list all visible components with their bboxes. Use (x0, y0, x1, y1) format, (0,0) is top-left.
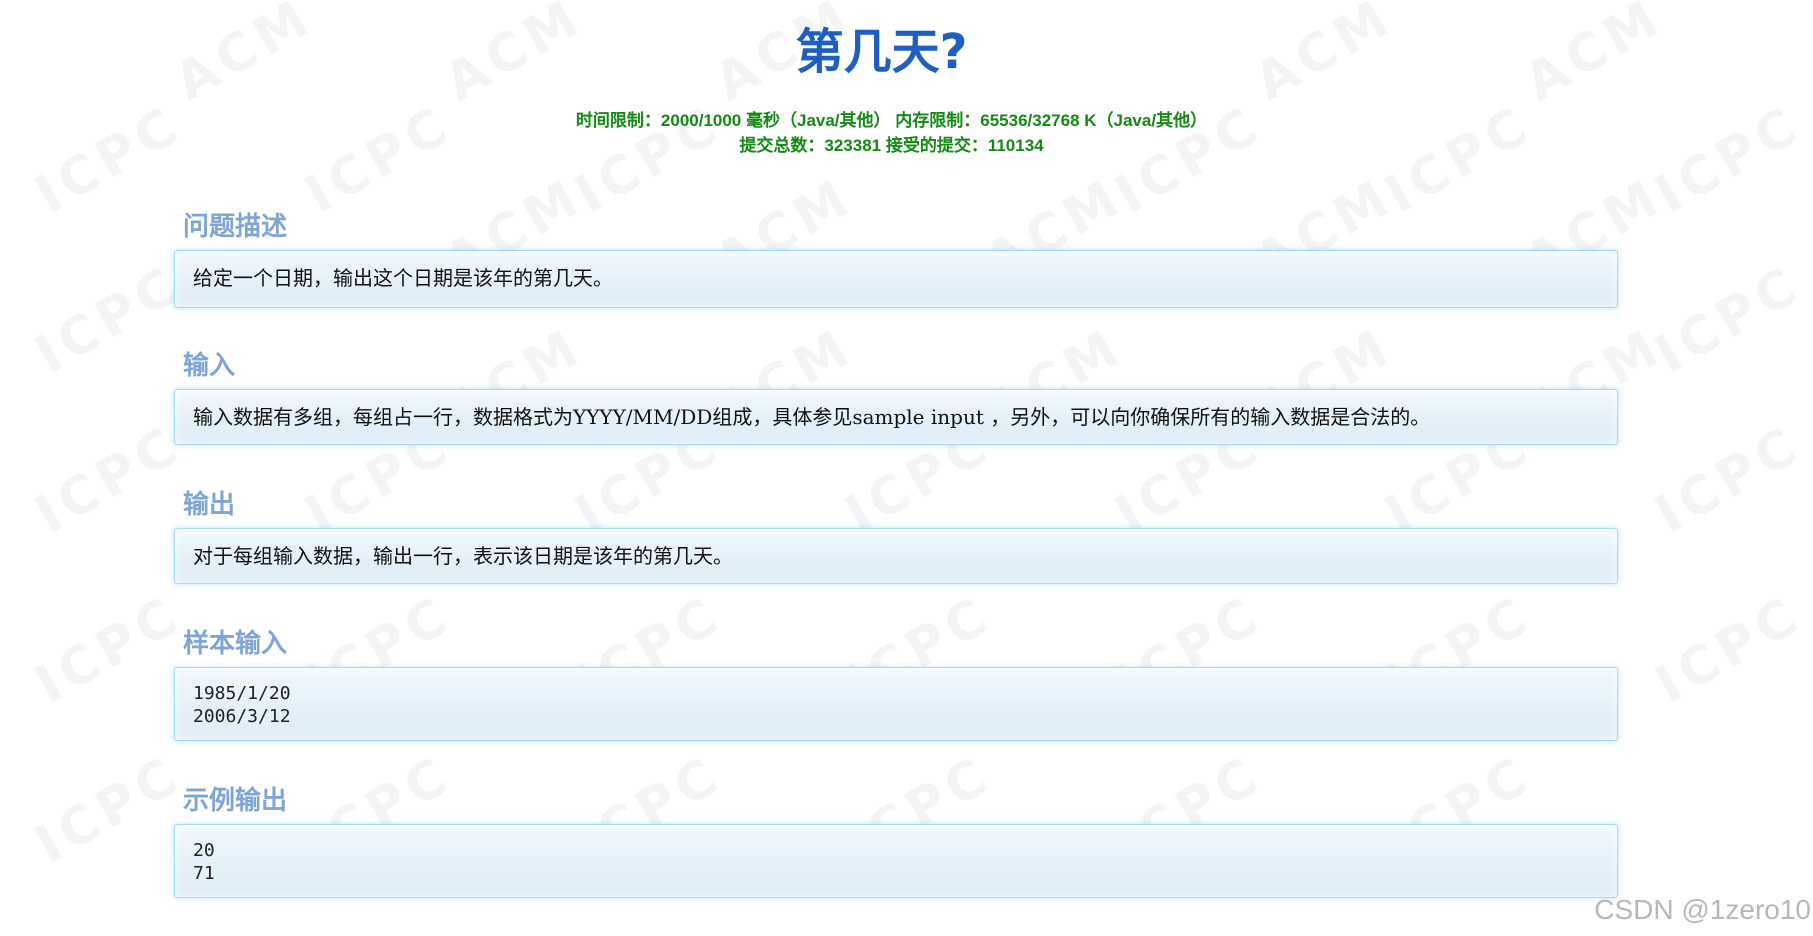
sample-output-text: 20 71 (193, 840, 215, 884)
section-content-box: 输入数据有多组，每组占一行，数据格式为YYYY/MM/DD组成，具体参见samp… (174, 389, 1618, 445)
problem-limits: 时间限制：2000/1000 毫秒（Java/其他） 内存限制：65536/32… (0, 108, 1783, 158)
description-text: 给定一个日期，输出这个日期是该年的第几天。 (193, 266, 613, 290)
output-text: 对于每组输入数据，输出一行，表示该日期是该年的第几天。 (193, 544, 733, 568)
sample-input-text: 1985/1/20 2006/3/12 (193, 683, 291, 727)
section-sample-output: 示例输出 20 71 (174, 782, 1618, 898)
input-text: 输入数据有多组，每组占一行，数据格式为YYYY/MM/DD组成，具体参见samp… (193, 405, 1431, 429)
section-content-box: 对于每组输入数据，输出一行，表示该日期是该年的第几天。 (174, 528, 1618, 584)
problem-page: 第几天? 时间限制：2000/1000 毫秒（Java/其他） 内存限制：655… (0, 0, 1813, 936)
section-heading: 输入 (183, 351, 236, 381)
section-content-box: 给定一个日期，输出这个日期是该年的第几天。 (174, 250, 1618, 308)
section-description: 问题描述 给定一个日期，输出这个日期是该年的第几天。 (174, 208, 1618, 308)
limits-time-memory: 时间限制：2000/1000 毫秒（Java/其他） 内存限制：65536/32… (575, 111, 1208, 130)
section-heading: 问题描述 (183, 212, 288, 242)
section-input: 输入 输入数据有多组，每组占一行，数据格式为YYYY/MM/DD组成，具体参见s… (174, 347, 1618, 445)
csdn-attribution-watermark: CSDN @1zero10 (1594, 894, 1811, 925)
section-heading: 样本输入 (183, 629, 288, 659)
problem-title: 第几天? (795, 24, 968, 80)
section-sample-input: 样本输入 1985/1/20 2006/3/12 (174, 625, 1618, 741)
section-heading: 输出 (183, 490, 236, 520)
section-heading: 示例输出 (183, 786, 288, 816)
section-output: 输出 对于每组输入数据，输出一行，表示该日期是该年的第几天。 (174, 486, 1618, 584)
sample-input-box: 1985/1/20 2006/3/12 (174, 667, 1618, 741)
limits-submissions: 提交总数：323381 接受的提交：110134 (739, 136, 1044, 155)
sample-output-box: 20 71 (174, 824, 1618, 898)
